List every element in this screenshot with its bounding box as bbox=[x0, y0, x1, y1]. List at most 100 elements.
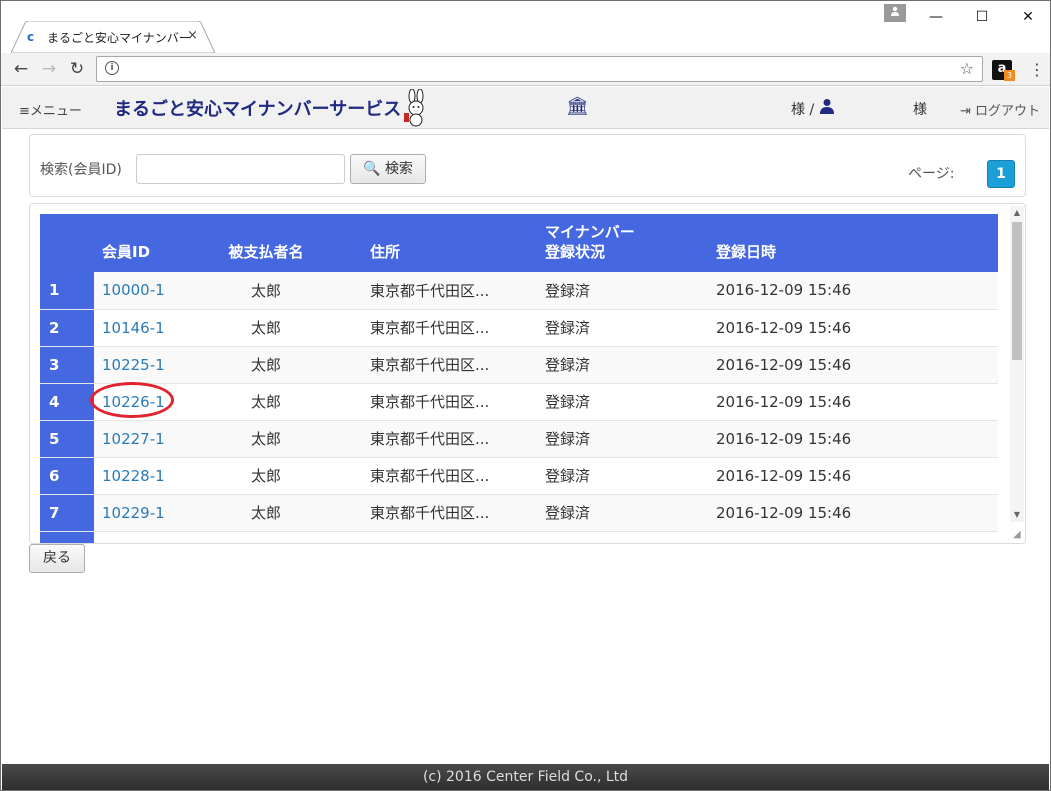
scroll-up-arrow-icon[interactable]: ▲ bbox=[1010, 206, 1024, 220]
registered-at-cell: 2016-12-09 15:46 bbox=[716, 309, 998, 346]
browser-toolbar: ← → ↻ i ☆ a ⋮ bbox=[1, 53, 1050, 86]
results-scrollbar[interactable]: ▲ ▼ bbox=[1010, 206, 1024, 522]
row-number: 6 bbox=[49, 466, 60, 485]
payee-name-cell: 太郎 bbox=[214, 309, 318, 346]
mynumber-status-cell: 登録済 bbox=[545, 420, 716, 457]
favicon-icon: c bbox=[27, 30, 35, 44]
address: 東京都千代田区... bbox=[370, 504, 490, 522]
member-id-link-cell[interactable]: 10229-1 bbox=[94, 494, 214, 531]
table-row[interactable]: 1 10000-1 太郎 東京都千代田区... 登録済 2016-12-09 15:46 bbox=[40, 272, 998, 309]
scroll-down-arrow-icon[interactable]: ▼ bbox=[1010, 508, 1024, 522]
row-number: 3 bbox=[49, 355, 60, 374]
table-row[interactable]: 2 10146-1 太郎 東京都千代田区... 登録済 2016-12-09 15:46 bbox=[40, 309, 998, 346]
browser-tab[interactable]: c まるごと安心マイナンバー × bbox=[11, 21, 215, 53]
bookmark-star-icon[interactable]: ☆ bbox=[960, 59, 974, 78]
results-panel: 会員ID 被支払者名 住所 マイナンバー 登録状況 登録日時 1 10000-1 太… bbox=[29, 203, 1026, 544]
search-panel: 検索(会員ID) 🔍 検索 ページ: 1 bbox=[29, 134, 1026, 197]
results-scroll-area[interactable]: 会員ID 被支払者名 住所 マイナンバー 登録状況 登録日時 1 10000-1 太… bbox=[40, 214, 998, 543]
registered-at: 2016-12-09 15:46 bbox=[716, 466, 852, 485]
row-number: 4 bbox=[49, 392, 60, 411]
member-id-search-input[interactable] bbox=[136, 154, 345, 184]
address-cell: 東京都千代田区... bbox=[318, 494, 545, 531]
row-number: 2 bbox=[49, 318, 60, 337]
registered-at: 2016-12-09 15:46 bbox=[716, 503, 852, 522]
profile-icon[interactable] bbox=[884, 4, 906, 22]
mynumber-status-cell: 登録済 bbox=[545, 346, 716, 383]
user-icon[interactable] bbox=[820, 98, 834, 114]
mynumber-status-cell: 登録済 bbox=[545, 494, 716, 531]
back-button[interactable]: 戻る bbox=[29, 544, 85, 573]
registered-at-cell: 2016-12-09 15:46 bbox=[716, 420, 998, 457]
search-button[interactable]: 🔍 検索 bbox=[350, 154, 426, 184]
tab-close-icon[interactable]: × bbox=[187, 28, 198, 43]
mynumber-status: 登録済 bbox=[545, 356, 591, 374]
forward-arrow-icon[interactable]: → bbox=[38, 58, 60, 80]
table-row[interactable]: 5 10227-1 太郎 東京都千代田区... 登録済 2016-12-09 15:46 bbox=[40, 420, 998, 457]
address: 東京都千代田区... bbox=[370, 393, 490, 411]
page-1-button[interactable]: 1 bbox=[987, 160, 1015, 188]
row-number-cell: 5 bbox=[40, 420, 94, 457]
member-id-link[interactable]: 10146-1 bbox=[102, 319, 165, 337]
registered-at-cell: 2016-12-09 15:46 bbox=[716, 272, 998, 309]
member-id-link-cell[interactable]: 10000-1 bbox=[94, 272, 214, 309]
highlight-circle-annotation bbox=[90, 382, 174, 418]
person-icon bbox=[891, 6, 899, 16]
member-id-link[interactable]: 10000-1 bbox=[102, 281, 165, 299]
reload-icon[interactable]: ↻ bbox=[66, 58, 88, 80]
app-header: ≡メニュー まるごと安心マイナンバーサービス 🏛 様 / 様 ⇥ ログアウト bbox=[2, 87, 1049, 129]
bank-icon[interactable]: 🏛 bbox=[566, 96, 589, 117]
payee-name: 太郎 bbox=[250, 504, 281, 522]
registered-at-cell: 2016-12-09 15:46 bbox=[716, 457, 998, 494]
member-id-link[interactable]: 10225-1 bbox=[102, 356, 165, 374]
scroll-thumb[interactable] bbox=[1012, 222, 1022, 360]
close-window-button[interactable]: ✕ bbox=[1005, 1, 1051, 31]
back-arrow-icon[interactable]: ← bbox=[10, 58, 32, 80]
table-row[interactable]: 6 10228-1 太郎 東京都千代田区... 登録済 2016-12-09 15:46 bbox=[40, 457, 998, 494]
mynumber-status: 登録済 bbox=[545, 281, 591, 300]
minimize-button[interactable]: — bbox=[913, 1, 959, 31]
col-header-member-id: 会員ID bbox=[102, 243, 151, 261]
member-id-link-cell[interactable] bbox=[94, 531, 214, 543]
member-id-link-cell[interactable]: 10227-1 bbox=[94, 420, 214, 457]
payee-name-cell: 太郎 bbox=[214, 457, 318, 494]
address-bar[interactable]: i ☆ bbox=[96, 56, 983, 82]
registered-at-cell: 2016-12-09 15:46 bbox=[716, 494, 998, 531]
row-number: 7 bbox=[49, 503, 60, 522]
mynumber-status: 登録済 bbox=[545, 393, 591, 411]
menu-button[interactable]: ≡メニュー bbox=[19, 100, 82, 119]
mynumber-status: 登録済 bbox=[545, 504, 591, 522]
resize-grip-icon[interactable]: ◢ bbox=[1013, 529, 1021, 540]
address: 東京都千代田区... bbox=[370, 467, 490, 485]
logout-button[interactable]: ⇥ ログアウト bbox=[960, 100, 1040, 119]
info-icon[interactable]: i bbox=[105, 61, 119, 75]
user-name-label-2: 様 bbox=[913, 102, 927, 118]
member-id-link[interactable]: 10227-1 bbox=[102, 430, 165, 448]
row-number: 5 bbox=[49, 429, 60, 448]
registered-at: 2016-12-09 15:46 bbox=[716, 429, 852, 448]
col-header-payee-name: 被支払者名 bbox=[228, 243, 304, 261]
table-row[interactable]: 7 10229-1 太郎 東京都千代田区... 登録済 2016-12-09 15:46 bbox=[40, 494, 998, 531]
maximize-button[interactable]: ☐ bbox=[959, 1, 1005, 31]
mynumber-status-cell: 登録済 bbox=[545, 383, 716, 420]
address: 東京都千代田区... bbox=[370, 281, 490, 300]
col-header-registered-at: 登録日時 bbox=[716, 243, 777, 261]
address-cell: 東京都千代田区... bbox=[318, 346, 545, 383]
col-header-number bbox=[40, 214, 94, 272]
table-row[interactable] bbox=[40, 531, 998, 543]
footer: (c) 2016 Center Field Co., Ltd bbox=[2, 764, 1049, 790]
member-id-link[interactable]: 10228-1 bbox=[102, 467, 165, 485]
table-row[interactable]: 4 10226-1 太郎 東京都千代田区... 登録済 2016-12-09 15:46 bbox=[40, 383, 998, 420]
registered-at: 2016-12-09 15:46 bbox=[716, 318, 852, 337]
payee-name-cell bbox=[214, 531, 318, 543]
table-row[interactable]: 3 10225-1 太郎 東京都千代田区... 登録済 2016-12-09 15:46 bbox=[40, 346, 998, 383]
browser-menu-icon[interactable]: ⋮ bbox=[1029, 60, 1045, 79]
registered-at-cell: 2016-12-09 15:46 bbox=[716, 383, 998, 420]
member-id-link[interactable]: 10229-1 bbox=[102, 504, 165, 522]
brand-title[interactable]: まるごと安心マイナンバーサービス bbox=[114, 95, 401, 121]
row-number-cell: 2 bbox=[40, 309, 94, 346]
member-id-link-cell[interactable]: 10146-1 bbox=[94, 309, 214, 346]
member-id-link-cell[interactable]: 10225-1 bbox=[94, 346, 214, 383]
member-id-link-cell[interactable]: 10228-1 bbox=[94, 457, 214, 494]
payee-name: 太郎 bbox=[250, 319, 281, 337]
payee-name-cell: 太郎 bbox=[214, 383, 318, 420]
